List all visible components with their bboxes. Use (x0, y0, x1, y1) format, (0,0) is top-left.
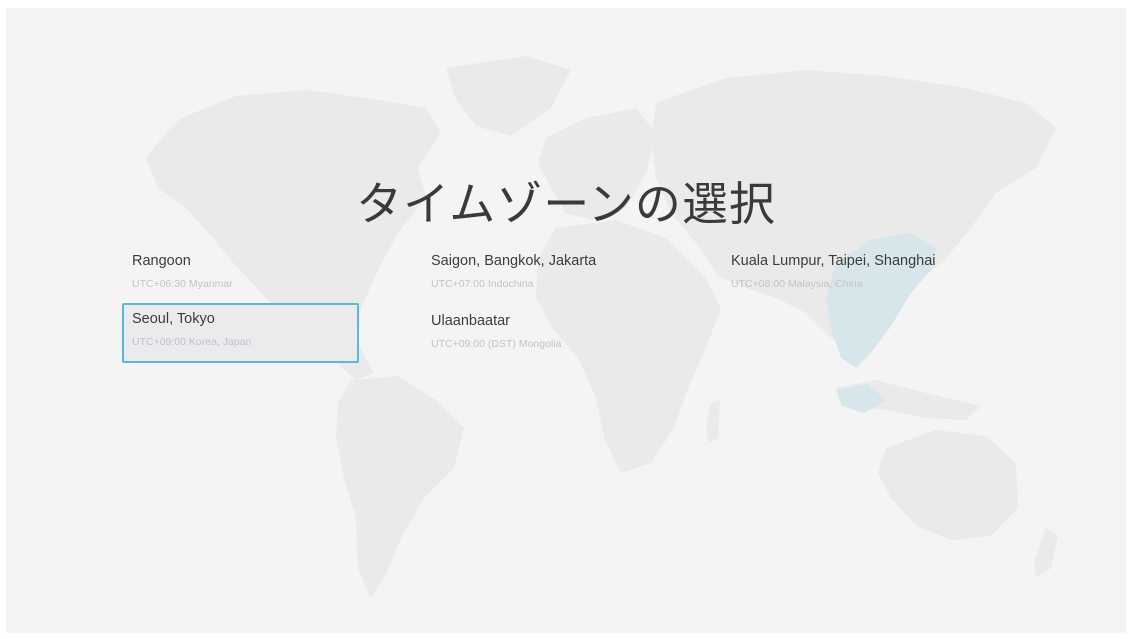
timezone-utc-offset: UTC+09:00 Korea, Japan (132, 336, 252, 348)
south-america-shape (336, 376, 464, 598)
page-title: タイムゾーンの選択 (356, 177, 776, 231)
timezone-option-seoul-tokyo[interactable]: Seoul, Tokyo UTC+09:00 Korea, Japan (122, 303, 359, 363)
timezone-option-kuala-lumpur-taipei-shanghai[interactable]: Kuala Lumpur, Taipei, Shanghai UTC+08:00… (721, 245, 958, 305)
timezone-name: Rangoon (132, 253, 191, 269)
timezone-screen: タイムゾーンの選択 Rangoon UTC+06:30 Myanmar Saig… (6, 8, 1126, 633)
new-zealand-shape (1034, 528, 1058, 578)
timezone-utc-offset: UTC+06:30 Myanmar (132, 278, 233, 290)
madagascar-shape (706, 400, 720, 444)
timezone-utc-offset: UTC+09:00 (DST) Mongolia (431, 338, 562, 350)
greenland-shape (446, 56, 571, 136)
timezone-utc-offset: UTC+08:00 Malaysia, China (731, 278, 863, 290)
timezone-option-saigon-bangkok-jakarta[interactable]: Saigon, Bangkok, Jakarta UTC+07:00 Indoc… (421, 245, 658, 305)
australia-shape (878, 430, 1018, 540)
timezone-name: Seoul, Tokyo (132, 311, 215, 327)
timezone-name: Saigon, Bangkok, Jakarta (431, 253, 597, 269)
timezone-name: Kuala Lumpur, Taipei, Shanghai (731, 253, 936, 269)
timezone-option-rangoon[interactable]: Rangoon UTC+06:30 Myanmar (122, 245, 359, 305)
timezone-utc-offset: UTC+07:00 Indochina (431, 278, 534, 290)
timezone-name: Ulaanbaatar (431, 313, 510, 329)
timezone-option-ulaanbaatar[interactable]: Ulaanbaatar UTC+09:00 (DST) Mongolia (421, 305, 658, 365)
